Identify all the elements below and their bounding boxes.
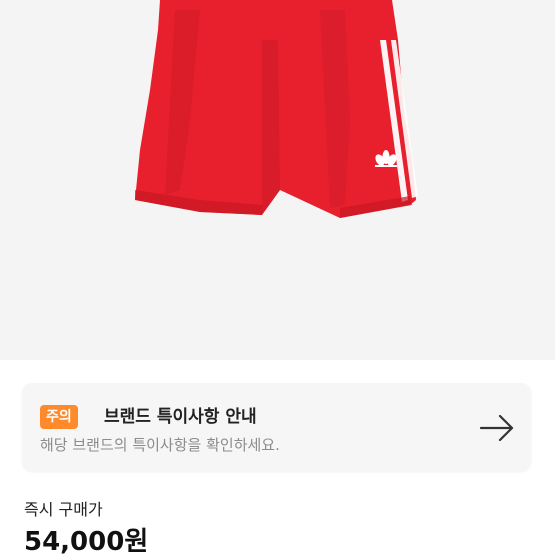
notice-description: 해당 브랜드의 특이사항을 확인하세요. <box>40 436 280 454</box>
arrow-right-icon[interactable] <box>479 413 515 443</box>
price-value: 54,000원 <box>24 527 149 557</box>
price-label: 즉시 구매가 <box>24 500 103 519</box>
product-image[interactable] <box>0 0 555 360</box>
shorts-illustration <box>135 0 418 218</box>
notice-title: 브랜드 특이사항 안내 <box>104 407 257 427</box>
caution-badge: 주의 <box>40 405 78 429</box>
brand-notice-card[interactable]: 주의 브랜드 특이사항 안내 해당 브랜드의 특이사항을 확인하세요. <box>22 383 531 471</box>
